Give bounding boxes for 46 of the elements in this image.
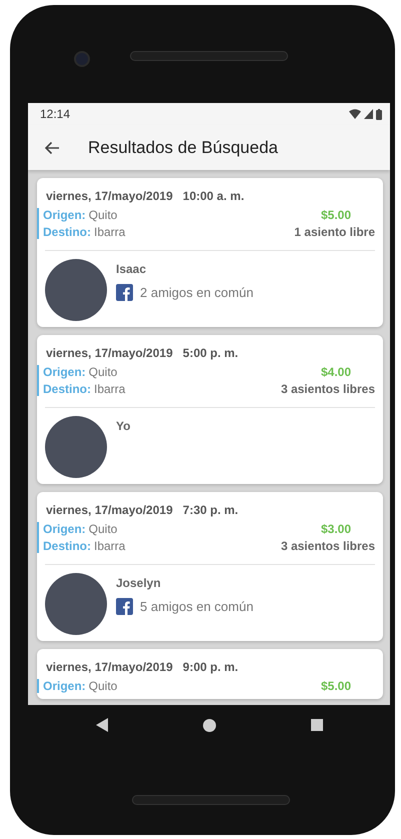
origin-value: Quito (88, 365, 118, 379)
origin-value: Quito (88, 208, 118, 222)
destination-label: Destino: (43, 382, 91, 396)
status-time: 12:14 (40, 107, 70, 121)
recents-square-icon[interactable] (310, 719, 322, 731)
trip-date: viernes, 17/mayo/2019 7:30 p. m. (46, 503, 240, 517)
trip-card[interactable]: viernes, 17/mayo/2019 5:00 p. m. Origen: Quito Destino: Ibarra $4.00 3 asientos libres Yo (37, 335, 383, 484)
trip-price: $4.00 (320, 365, 351, 379)
trip-card[interactable]: viernes, 17/mayo/2019 9:00 p. m. Origen: Quito $5.00 (37, 649, 383, 699)
origin-label: Origen: (43, 208, 86, 222)
driver-name: Joselyn (116, 576, 162, 590)
trip-card[interactable]: viernes, 17/mayo/2019 10:00 a. m. Origen: Quito Destino: Ibarra $5.00 1 asiento libre Isaac 2 amigos en común (37, 178, 383, 327)
trip-date: viernes, 17/mayo/2019 5:00 p. m. (46, 346, 240, 360)
driver-name: Yo (116, 419, 130, 433)
trip-price: $5.00 (320, 208, 351, 222)
facebook-icon (116, 284, 133, 301)
driver-name: Isaac (116, 262, 148, 276)
camera-dot (74, 51, 90, 67)
mutual-friends: 2 amigos en común (140, 285, 254, 300)
trip-date: viernes, 17/mayo/2019 10:00 a. m. (46, 189, 246, 203)
mutual-friends: 5 amigos en común (140, 599, 254, 614)
trip-date: viernes, 17/mayo/2019 9:00 p. m. (46, 660, 240, 674)
battery-icon (376, 108, 382, 120)
screen-title: Resultados de Búsqueda (88, 138, 278, 158)
back-arrow-icon[interactable] (44, 140, 60, 154)
trip-price: $5.00 (320, 679, 351, 693)
facebook-icon (116, 598, 133, 615)
origin-label: Origen: (43, 522, 86, 536)
destination-value: Ibarra (94, 225, 126, 239)
origin-value: Quito (88, 522, 118, 536)
free-seats: 3 asientos libres (280, 382, 375, 396)
destination-value: Ibarra (94, 382, 126, 396)
origin-label: Origen: (43, 365, 86, 379)
origin-value: Quito (88, 679, 118, 693)
back-triangle-icon[interactable] (96, 718, 108, 732)
trip-price: $3.00 (320, 522, 351, 536)
origin-label: Origen: (43, 679, 86, 693)
destination-value: Ibarra (94, 539, 126, 553)
signal-icon (364, 109, 373, 119)
destination-label: Destino: (43, 539, 91, 553)
free-seats: 1 asiento libre (294, 225, 375, 239)
free-seats: 3 asientos libres (280, 539, 375, 553)
home-circle-icon[interactable] (202, 718, 216, 732)
destination-label: Destino: (43, 225, 91, 239)
trip-card[interactable]: viernes, 17/mayo/2019 7:30 p. m. Origen: Quito Destino: Ibarra $3.00 3 asientos libres Joselyn 5 amigos en común (37, 492, 383, 641)
wifi-icon (349, 109, 361, 119)
